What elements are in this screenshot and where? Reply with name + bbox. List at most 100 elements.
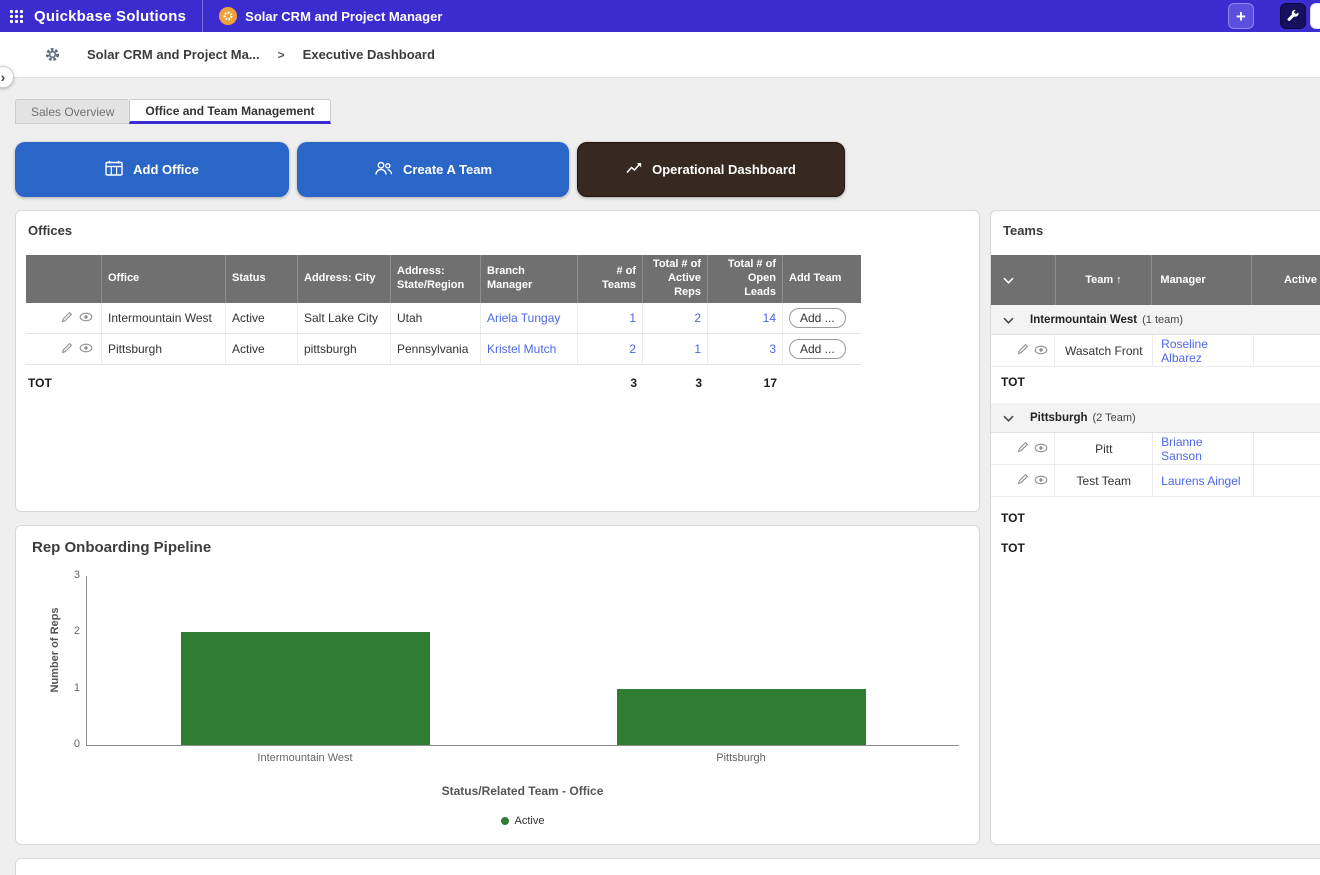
total-open-leads: 17 (708, 369, 783, 397)
solar-app-icon (219, 7, 237, 25)
tab-sales-overview[interactable]: Sales Overview (15, 99, 129, 124)
team-name: Pitt (1055, 433, 1153, 464)
team-manager-link[interactable]: Roseline Albarez (1161, 337, 1244, 365)
header-manager: Manager (1152, 255, 1252, 305)
view-eye-icon[interactable] (79, 342, 93, 356)
legend-label: Active (515, 815, 545, 827)
group-name: Intermountain West (1030, 314, 1137, 326)
builder-tools-button[interactable] (1280, 3, 1306, 29)
partial-right-button[interactable] (1310, 3, 1320, 29)
breadcrumb-page[interactable]: Executive Dashboard (303, 47, 435, 62)
edit-pencil-icon[interactable] (61, 311, 73, 326)
header-address-state: Address: State/Region (391, 255, 481, 303)
offices-title: Offices (16, 211, 979, 238)
tab-office-team-management[interactable]: Office and Team Management (129, 99, 330, 124)
team-row-wasatch-front: Wasatch Front Roseline Albarez (991, 335, 1320, 367)
team-name: Test Team (1055, 465, 1153, 496)
grand-total-row: TOT (991, 533, 1320, 563)
num-active-reps: 1 (643, 334, 708, 364)
bottom-panel (15, 858, 1320, 875)
trend-line-icon (626, 162, 642, 177)
add-team-cell: Add ... (783, 303, 861, 333)
office-status: Active (226, 334, 298, 364)
edit-pencil-icon[interactable] (1017, 343, 1029, 358)
add-office-label: Add Office (133, 162, 199, 177)
totals-label: TOT (26, 369, 102, 397)
create-team-button[interactable]: Create A Team (297, 142, 569, 197)
manager-link[interactable]: Ariela Tungay (487, 311, 560, 325)
add-office-button[interactable]: Add Office (15, 142, 289, 197)
office-state: Pennsylvania (391, 334, 481, 364)
row-actions (26, 303, 102, 333)
edit-pencil-icon[interactable] (1017, 441, 1029, 456)
breadcrumb-app[interactable]: Solar CRM and Project Ma... (87, 47, 260, 62)
header-team-sorted[interactable]: Team ↑ (1056, 255, 1153, 305)
view-eye-icon[interactable] (1034, 344, 1048, 358)
header-status: Status (226, 255, 298, 303)
action-buttons-row: Add Office Create A Team Operational Das… (15, 142, 845, 197)
app-grid-icon[interactable] (0, 0, 32, 32)
team-manager-link[interactable]: Laurens Aingel (1161, 474, 1240, 488)
teams-panel: Teams Team ↑ Manager Active Reps Intermo… (990, 210, 1320, 845)
chart-x-axis-title: Status/Related Team - Office (86, 784, 959, 798)
view-eye-icon[interactable] (1034, 474, 1048, 488)
app-tab[interactable]: Solar CRM and Project Manager (203, 0, 458, 32)
add-team-button[interactable]: Add ... (789, 339, 846, 359)
dashboard-tabs: Sales Overview Office and Team Managemen… (15, 99, 331, 124)
collapse-all-chevron-icon[interactable] (991, 255, 1056, 305)
edit-pencil-icon[interactable] (61, 342, 73, 357)
x-category-label: Intermountain West (87, 752, 523, 764)
branch-manager-link: Kristel Mutch (481, 334, 578, 364)
chart-title: Rep Onboarding Pipeline (32, 539, 211, 556)
num-open-leads: 3 (708, 334, 783, 364)
num-teams-link[interactable]: 2 (629, 342, 636, 356)
add-team-button[interactable]: Add ... (789, 308, 846, 328)
row-actions (26, 334, 102, 364)
teams-table: Team ↑ Manager Active Reps Intermountain… (991, 255, 1320, 563)
view-eye-icon[interactable] (1034, 442, 1048, 456)
team-row-pitt: Pitt Brianne Sanson (991, 433, 1320, 465)
operational-dashboard-label: Operational Dashboard (652, 162, 796, 177)
create-team-label: Create A Team (403, 162, 492, 177)
operational-dashboard-button[interactable]: Operational Dashboard (577, 142, 845, 197)
rep-onboarding-panel: Rep Onboarding Pipeline Number of Reps 3… (15, 525, 980, 845)
office-row-intermountain-west: Intermountain West Active Salt Lake City… (26, 303, 861, 334)
num-teams: 1 (578, 303, 643, 333)
group-count: (2 Team) (1093, 412, 1136, 424)
header-branch-manager: Branch Manager (481, 255, 578, 303)
num-open-leads: 14 (708, 303, 783, 333)
team-manager-link[interactable]: Brianne Sanson (1161, 435, 1244, 463)
legend-dot (501, 817, 509, 825)
group-total-row: TOT (991, 367, 1320, 397)
row-actions (991, 465, 1055, 496)
group-count: (1 team) (1142, 314, 1183, 326)
num-teams-link[interactable]: 1 (629, 311, 636, 325)
settings-gear-icon[interactable] (44, 46, 61, 63)
chevron-down-icon[interactable] (1003, 313, 1014, 327)
header-office: Office (102, 255, 226, 303)
num-teams: 2 (578, 334, 643, 364)
active-reps-link[interactable]: 1 (694, 342, 701, 356)
offices-table: Office Status Address: City Address: Sta… (26, 255, 861, 397)
header-address-city: Address: City (298, 255, 391, 303)
y-tick-label: 0 (56, 738, 80, 750)
num-active-reps: 2 (643, 303, 708, 333)
view-eye-icon[interactable] (79, 311, 93, 325)
team-group-pittsburgh[interactable]: Pittsburgh (2 Team) (991, 403, 1320, 433)
y-tick-label: 2 (56, 625, 80, 637)
manager-link[interactable]: Kristel Mutch (487, 342, 556, 356)
chart-bar-1 (617, 689, 866, 745)
open-leads-link[interactable]: 3 (769, 342, 776, 356)
open-leads-link[interactable]: 14 (763, 311, 776, 325)
edit-pencil-icon[interactable] (1017, 473, 1029, 488)
branch-manager-link: Ariela Tungay (481, 303, 578, 333)
chart-legend: Active (86, 815, 959, 827)
breadcrumb-separator: > (278, 48, 285, 62)
total-active-reps: 3 (643, 369, 708, 397)
chevron-down-icon[interactable] (1003, 411, 1014, 425)
x-category-label: Pittsburgh (523, 752, 959, 764)
team-group-intermountain-west[interactable]: Intermountain West (1 team) (991, 305, 1320, 335)
add-new-button[interactable]: + (1228, 3, 1254, 29)
team-row-test-team: Test Team Laurens Aingel (991, 465, 1320, 497)
active-reps-link[interactable]: 2 (694, 311, 701, 325)
